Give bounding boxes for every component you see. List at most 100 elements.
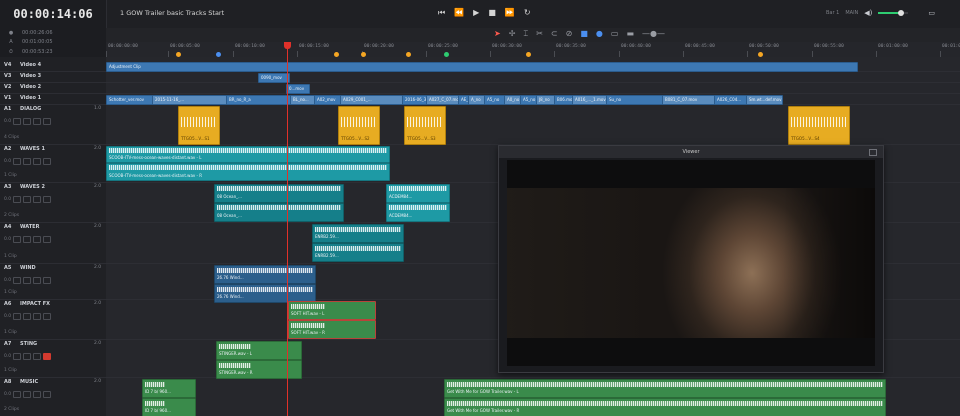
pointer-tool-icon[interactable]: ➤ <box>494 29 501 39</box>
record-button[interactable] <box>43 196 52 203</box>
flag-icon[interactable]: ■ <box>580 29 588 39</box>
zoom-slider-icon[interactable]: —●— <box>642 29 665 39</box>
mute-button[interactable] <box>33 236 42 243</box>
viewer-window[interactable]: Viewer <box>498 145 884 373</box>
lock-button[interactable] <box>13 158 22 165</box>
video-clip[interactable]: 2016-06_301.mov <box>402 95 427 105</box>
impact-fx-clip[interactable]: SOFT HIT.wav - L <box>288 301 376 320</box>
wind-clip[interactable]: 26.76 Wind... <box>214 265 316 284</box>
stop-icon[interactable]: ■ <box>488 8 496 18</box>
video-clip[interactable]: B081_C_07.mov <box>662 95 715 105</box>
track-level[interactable]: 0.0 <box>4 159 11 164</box>
video-clip[interactable]: 2015-11-16_... <box>152 95 227 105</box>
track-label[interactable]: STING <box>20 341 37 347</box>
video-clip[interactable]: A_no <box>468 95 485 105</box>
video-clip[interactable]: A029_C001_... <box>340 95 403 105</box>
track-label[interactable]: Video 3 <box>20 73 41 79</box>
track-label[interactable]: Video 4 <box>20 62 41 68</box>
play-icon[interactable]: ▶ <box>473 8 479 18</box>
solo-button[interactable] <box>23 353 32 360</box>
playhead[interactable] <box>287 45 288 416</box>
lock-button[interactable] <box>13 277 22 284</box>
lock-button[interactable] <box>13 313 22 320</box>
mute-button[interactable] <box>33 196 42 203</box>
track-label[interactable]: Video 2 <box>20 84 41 90</box>
track-label[interactable]: WAVES 1 <box>20 146 45 152</box>
loop-icon[interactable]: ↻ <box>524 8 531 18</box>
razor-tool-icon[interactable]: ✂ <box>536 29 543 39</box>
video-clip[interactable]: J8_no <box>536 95 555 105</box>
solo-button[interactable] <box>23 196 32 203</box>
track-label[interactable]: DIALOG <box>20 106 41 112</box>
track-level[interactable]: 0.0 <box>4 354 11 359</box>
rewind-icon[interactable]: ⏪ <box>454 8 464 18</box>
solo-button[interactable] <box>23 158 32 165</box>
video-clip[interactable]: B06.mov <box>554 95 573 105</box>
track-level[interactable]: 0.0 <box>4 278 11 283</box>
record-button[interactable] <box>43 158 52 165</box>
snap-icon[interactable]: ⊂ <box>551 29 558 39</box>
video-clip[interactable]: Sm.wt...def.mov <box>746 95 783 105</box>
track-label[interactable]: Video 1 <box>20 95 41 101</box>
video-clip[interactable]: A027_C_07.mov <box>426 95 459 105</box>
dialog-clip[interactable]: TTGO5...V...S3 <box>404 106 446 145</box>
track-header-a2[interactable]: A2 WAVES 1 2.0 0.0 1 Clip <box>0 144 106 183</box>
lock-button[interactable] <box>13 391 22 398</box>
meter-icon[interactable]: ▭ <box>928 9 935 17</box>
range-tool-icon[interactable]: ⌶ <box>523 29 528 39</box>
mute-button[interactable] <box>33 353 42 360</box>
track-header-a1[interactable]: A1 DIALOG 1.0 0.0 4 Clips <box>0 104 106 145</box>
dialog-clip[interactable]: TTGO5...V...S2 <box>338 106 380 145</box>
record-button[interactable] <box>43 277 52 284</box>
video-clip[interactable]: BR_no_R_a <box>226 95 291 105</box>
video-clip[interactable]: A5_no <box>484 95 505 105</box>
track-header-a4[interactable]: A4 WATER 2.0 0.0 1 Clip <box>0 222 106 264</box>
track-level[interactable]: 0.0 <box>4 237 11 242</box>
track-level[interactable]: 0.0 <box>4 314 11 319</box>
link-icon[interactable]: ⊘ <box>566 29 573 39</box>
zoom-out-icon[interactable]: ▭ <box>611 29 619 39</box>
dialog-clip[interactable]: TTGO5...V...S1 <box>178 106 220 145</box>
timeline-ruler[interactable]: 00:00:00:00 00:00:05:00 00:00:10:00 00:00:1… <box>106 42 960 58</box>
music-clip[interactable]: Get With Me for GOW Trailer.wav - L <box>444 379 886 398</box>
video-clip[interactable]: Su_no <box>606 95 663 105</box>
waves1-clip[interactable]: SCOOB-ITV-mess-ocean-waves-distant.wav -… <box>106 163 390 181</box>
video-clip[interactable]: Schotter_ver.mov <box>106 95 153 105</box>
record-button[interactable] <box>43 118 52 125</box>
track-label[interactable]: MUSIC <box>20 379 38 385</box>
mute-button[interactable] <box>33 118 42 125</box>
track-level[interactable]: 0.0 <box>4 392 11 397</box>
record-button[interactable] <box>43 313 52 320</box>
mute-button[interactable] <box>33 158 42 165</box>
mute-button[interactable] <box>33 313 42 320</box>
track-label[interactable]: IMPACT FX <box>20 301 50 307</box>
video-clip[interactable]: A0_no <box>504 95 521 105</box>
track-header-a7[interactable]: A7 STING 2.0 0.0 1 Clip <box>0 339 106 378</box>
water-clip[interactable]: ENRB2.59... <box>312 243 404 262</box>
record-button[interactable] <box>43 353 52 360</box>
video-clip[interactable]: 0090_mov <box>258 73 290 83</box>
waves1-clip[interactable]: SCOOB-ITV-mess-ocean-waves-distant.wav -… <box>106 146 390 163</box>
mute-button[interactable] <box>33 277 42 284</box>
timeline-name-dropdown[interactable]: 1 GOW Trailer basic Tracks Start <box>120 9 224 17</box>
waves2-clip[interactable]: 08 Ocean_... <box>214 203 344 222</box>
track-level[interactable]: 0.0 <box>4 197 11 202</box>
video-clip[interactable]: BL_no... <box>290 95 315 105</box>
mute-button[interactable] <box>33 391 42 398</box>
track-label[interactable]: WIND <box>20 265 36 271</box>
record-button[interactable] <box>43 236 52 243</box>
track-level[interactable]: 0.0 <box>4 119 11 124</box>
lock-button[interactable] <box>13 236 22 243</box>
impact-fx-clip[interactable]: SOFT HIT.wav - R <box>288 320 376 339</box>
track-label[interactable]: WAVES 2 <box>20 184 45 190</box>
viewer-close-icon[interactable] <box>869 149 877 156</box>
sting-clip[interactable]: STINGER.wav - L <box>216 341 302 360</box>
lock-button[interactable] <box>13 353 22 360</box>
volume-slider[interactable] <box>878 10 909 16</box>
solo-button[interactable] <box>23 391 32 398</box>
zoom-fit-icon[interactable]: ▬ <box>626 29 634 39</box>
music-clip[interactable]: ID 7 b/ 960... <box>142 379 196 398</box>
waves2-clip[interactable]: ACDEM84... <box>386 184 450 203</box>
forward-icon[interactable]: ⏩ <box>505 8 515 18</box>
solo-button[interactable] <box>23 313 32 320</box>
